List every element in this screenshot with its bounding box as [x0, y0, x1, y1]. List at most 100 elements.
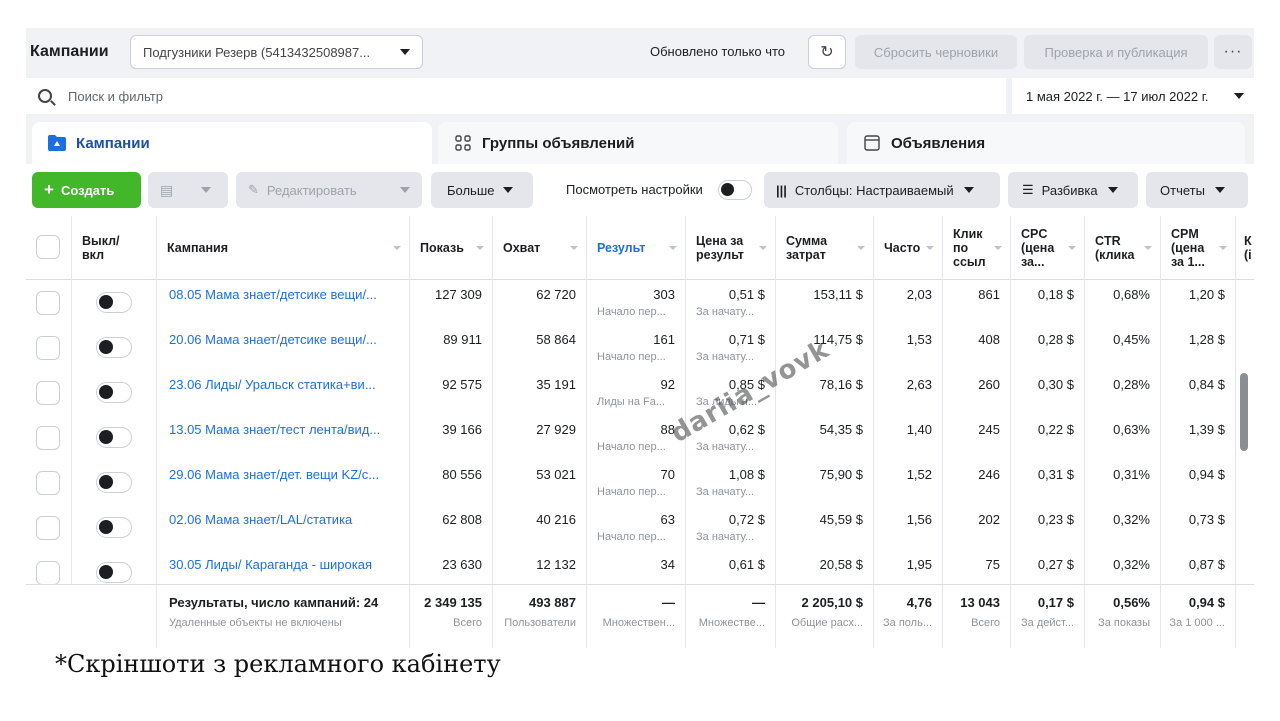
header-link-clicks[interactable]: Клик по ссыл [943, 216, 1011, 280]
tab-ads[interactable]: Объявления [847, 122, 1245, 164]
chevron-down-icon [1107, 187, 1118, 193]
cell-value: 153,11 $ [813, 287, 863, 302]
cell-sub: Начало пер... [597, 351, 666, 363]
more-options-button[interactable]: ··· [1214, 35, 1252, 69]
table-row[interactable]: 29.06 Мама знает/дет. вещи KZ/с... 80 556… [26, 460, 1254, 505]
sort-icon [1068, 246, 1076, 250]
campaign-link[interactable]: 02.06 Мама знает/LAL/статика [169, 512, 352, 527]
cell-value: 35 191 [536, 377, 576, 392]
row-checkbox[interactable] [36, 381, 60, 405]
cell-sub: Начало пер... [597, 531, 666, 543]
header-onoff[interactable]: Выкл/ вкл [72, 216, 157, 280]
total-sub: Общие расх... [791, 617, 863, 629]
page-title: Кампании [30, 43, 109, 60]
sort-icon [570, 246, 578, 250]
header-cpm[interactable]: CPM (цена за 1... [1161, 216, 1236, 280]
cell-results: 63 Начало пер... [587, 505, 686, 550]
campaign-toggle[interactable] [96, 382, 132, 403]
breakdown-icon: ☰ [1022, 182, 1034, 197]
table-row[interactable]: 20.06 Мама знает/детсике вещи/... 89 911 5… [26, 325, 1254, 370]
table-row[interactable]: 13.05 Мама знает/тест лента/вид... 39 166… [26, 415, 1254, 460]
cell-freq: 1,53 [874, 325, 943, 370]
cell-spent: 54,35 $ [776, 415, 874, 460]
search-icon [38, 89, 52, 103]
campaign-toggle[interactable] [96, 292, 132, 313]
campaign-toggle[interactable] [96, 427, 132, 448]
row-checkbox[interactable] [36, 561, 60, 585]
cell-cpc: 0,22 $ [1011, 415, 1085, 460]
account-select[interactable]: Подгузники Резерв (5413432508987... [130, 35, 423, 69]
review-publish-button[interactable]: Проверка и публикация [1024, 35, 1208, 69]
table-header: Выкл/ вкл Кампания Показь Охват Результ … [26, 216, 1254, 280]
campaign-name-cell: 13.05 Мама знает/тест лента/вид... [157, 415, 410, 460]
header-frequency[interactable]: Часто [874, 216, 943, 280]
search-filter-bar[interactable]: Поиск и фильтр [26, 78, 1006, 114]
cell-value: 2,03 [906, 287, 932, 302]
reports-button[interactable]: Отчеты [1146, 172, 1248, 208]
columns-button[interactable]: ||| Столбцы: Настраиваемый [764, 172, 1000, 208]
view-settings-toggle[interactable] [718, 180, 752, 200]
cell-reach: 53 021 [493, 460, 587, 505]
cell-value: 0,32% [1113, 512, 1150, 527]
reports-label: Отчеты [1160, 182, 1205, 198]
table-row[interactable]: 23.06 Лиды/ Уральск статика+ви... 92 575 3… [26, 370, 1254, 415]
campaign-toggle[interactable] [96, 562, 132, 583]
account-name: Подгузники Резерв (5413432508987... [143, 44, 371, 60]
cell-ctr: 0,28% [1085, 370, 1161, 415]
header-cpc[interactable]: CPC (цена за... [1011, 216, 1085, 280]
edit-button[interactable]: ✎ Редактировать [236, 172, 422, 208]
more-actions-button[interactable]: Больше [431, 172, 533, 208]
date-range-picker[interactable]: 1 мая 2022 г. — 17 июл 2022 г. [1012, 78, 1254, 114]
table-row[interactable]: 08.05 Мама знает/детсике вещи/... 127 309… [26, 280, 1254, 325]
campaign-link[interactable]: 13.05 Мама знает/тест лента/вид... [169, 422, 380, 437]
reset-drafts-button[interactable]: Сбросить черновики [855, 35, 1017, 69]
duplicate-button[interactable]: ▤ [148, 172, 228, 208]
total-reach: 493 887 Пользователи [493, 585, 587, 648]
total-sub: За поль... [883, 617, 932, 629]
cell-cpr: 0,71 $ За начату... [686, 325, 776, 370]
cell-impressions: 62 808 [410, 505, 493, 550]
cell-reach: 27 929 [493, 415, 587, 460]
header-label: Показь [420, 241, 464, 255]
campaign-toggle[interactable] [96, 517, 132, 538]
cell-value: 12 132 [536, 557, 576, 572]
cell-value: 62 808 [442, 512, 482, 527]
refresh-button[interactable]: ↻ [808, 35, 846, 69]
header-results[interactable]: Результ [587, 216, 686, 280]
cell-cpm: 0,84 $ [1161, 370, 1236, 415]
tab-ad-sets[interactable]: Группы объявлений [438, 122, 838, 164]
total-value: 0,17 $ [1037, 595, 1074, 610]
row-checkbox[interactable] [36, 471, 60, 495]
header-cost-per-result[interactable]: Цена за результ [686, 216, 776, 280]
campaign-toggle[interactable] [96, 472, 132, 493]
row-checkbox[interactable] [36, 336, 60, 360]
campaign-link[interactable]: 29.06 Мама знает/дет. вещи KZ/с... [169, 467, 379, 482]
header-ctr[interactable]: CTR (клика [1085, 216, 1161, 280]
sort-icon [476, 246, 484, 250]
select-all-checkbox[interactable] [36, 235, 60, 259]
create-button[interactable]: + Создать [32, 172, 141, 208]
header-reach[interactable]: Охват [493, 216, 587, 280]
header-amount-spent[interactable]: Сумма затрат [776, 216, 874, 280]
breakdown-button[interactable]: ☰ Разбивка [1008, 172, 1138, 208]
tab-campaigns[interactable]: Кампании [32, 122, 432, 164]
header-impressions[interactable]: Показь [410, 216, 493, 280]
campaign-toggle[interactable] [96, 337, 132, 358]
row-checkbox[interactable] [36, 426, 60, 450]
sort-icon [393, 246, 401, 250]
tab-label: Кампании [76, 134, 150, 152]
header-extra[interactable]: К (і [1236, 216, 1254, 280]
header-campaign[interactable]: Кампания [157, 216, 410, 280]
row-checkbox[interactable] [36, 516, 60, 540]
cell-value: 245 [978, 422, 1000, 437]
campaign-link[interactable]: 20.06 Мама знает/детсике вещи/... [169, 332, 377, 347]
row-checkbox[interactable] [36, 291, 60, 315]
campaign-link[interactable]: 08.05 Мама знает/детсике вещи/... [169, 287, 377, 302]
totals-spacer [26, 585, 157, 648]
total-value: 2 349 135 [424, 595, 482, 610]
campaign-link[interactable]: 23.06 Лиды/ Уральск статика+ви... [169, 377, 376, 392]
campaign-link[interactable]: 30.05 Лиды/ Караганда - широкая [169, 557, 372, 572]
table-row[interactable]: 02.06 Мама знает/LAL/статика 62 808 40 216… [26, 505, 1254, 550]
cell-value: 1,20 $ [1188, 287, 1225, 302]
vertical-scrollbar[interactable] [1240, 373, 1248, 451]
